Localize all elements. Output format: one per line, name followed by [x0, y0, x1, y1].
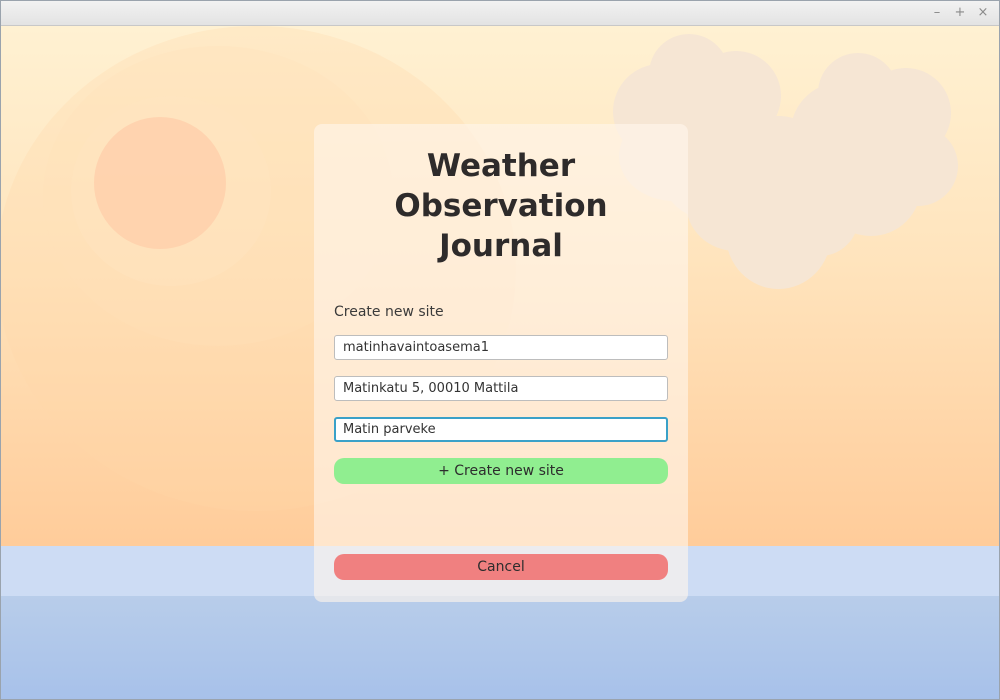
window-titlebar[interactable]: – + ×	[1, 1, 999, 26]
minimize-icon[interactable]: –	[929, 5, 945, 21]
address-input[interactable]	[334, 376, 668, 401]
app-title: Weather Observation Journal	[314, 146, 688, 266]
close-icon[interactable]: ×	[975, 5, 991, 21]
app-window: – + × Weather Observation Journal Create…	[0, 0, 1000, 700]
sun-core-icon	[94, 117, 226, 249]
maximize-icon[interactable]: +	[952, 5, 968, 21]
sea-lower-band	[1, 596, 999, 699]
description-input[interactable]	[334, 417, 668, 442]
create-site-card: Weather Observation Journal Create new s…	[314, 124, 688, 602]
section-label: Create new site	[334, 304, 444, 320]
cancel-button[interactable]: Cancel	[334, 554, 668, 580]
app-title-line2: Observation	[394, 188, 608, 224]
background-scene: Weather Observation Journal Create new s…	[1, 26, 999, 699]
create-site-button[interactable]: + Create new site	[334, 458, 668, 484]
app-title-line3: Journal	[439, 228, 563, 264]
app-title-line1: Weather	[426, 148, 576, 184]
site-name-input[interactable]	[334, 335, 668, 360]
